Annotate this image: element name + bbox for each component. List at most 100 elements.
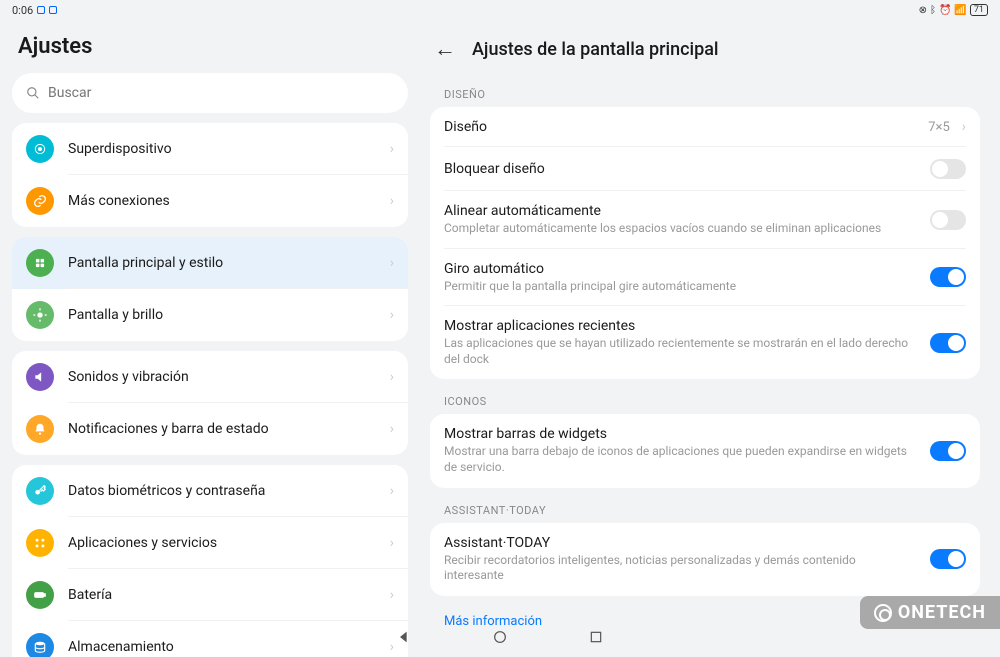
alarm-icon: ⏰	[939, 5, 951, 16]
sidebar-item-pantalla-principal-y-estilo[interactable]: Pantalla principal y estilo ›	[12, 237, 408, 289]
nav-home-button[interactable]	[492, 629, 508, 649]
detail-title: Ajustes de la pantalla principal	[472, 39, 719, 60]
chevron-right-icon: ›	[390, 141, 394, 157]
status-right: ⊗ ᛒ ⏰ 📶 71	[919, 4, 988, 16]
row-text: Assistant·TODAY Recibir recordatorios int…	[444, 535, 918, 584]
chevron-right-icon: ›	[390, 307, 394, 323]
link-icon	[26, 187, 54, 215]
settings-row: Mostrar barras de widgets Mostrar una bar…	[430, 414, 980, 487]
row-title: Giro automático	[444, 261, 918, 277]
status-bar: 0:06 ⊗ ᛒ ⏰ 📶 71	[0, 0, 1000, 20]
row-text: Mostrar aplicaciones recientes Las aplica…	[444, 318, 918, 367]
row-text: Alinear automáticamente Completar automát…	[444, 203, 918, 237]
chevron-right-icon: ›	[390, 193, 394, 209]
sidebar-item-label: Superdispositivo	[68, 141, 376, 157]
sidebar-item-label: Sonidos y vibración	[68, 369, 376, 385]
chevron-right-icon: ›	[390, 255, 394, 271]
row-title: Alinear automáticamente	[444, 203, 918, 219]
sidebar-item-sonidos-y-vibraci-n[interactable]: Sonidos y vibración ›	[12, 351, 408, 403]
chevron-right-icon: ›	[962, 119, 966, 135]
notif-icon	[26, 415, 54, 443]
row-title: Mostrar barras de widgets	[444, 426, 918, 442]
battery-indicator: 71	[970, 4, 988, 16]
settings-panel: Mostrar barras de widgets Mostrar una bar…	[430, 414, 980, 487]
vibrate-icon: ⊗	[919, 5, 927, 16]
chevron-right-icon: ›	[390, 421, 394, 437]
chevron-right-icon: ›	[390, 535, 394, 551]
toggle-switch[interactable]	[930, 210, 966, 230]
settings-row: Bloquear diseño	[430, 147, 980, 191]
sidebar-item-superdispositivo[interactable]: Superdispositivo ›	[12, 123, 408, 175]
sidebar-item-pantalla-y-brillo[interactable]: Pantalla y brillo ›	[12, 289, 408, 341]
multiwindow-icon	[37, 6, 45, 14]
search-box[interactable]	[12, 73, 408, 113]
settings-row: Alinear automáticamente Completar automát…	[430, 191, 980, 249]
nav-bar	[0, 621, 1000, 657]
settings-row[interactable]: Diseño 7×5 ›	[430, 107, 980, 147]
wifi-icon: 📶	[954, 5, 966, 16]
settings-row: Assistant·TODAY Recibir recordatorios int…	[430, 523, 980, 596]
sidebar-item-label: Batería	[68, 587, 376, 603]
row-text: Diseño	[444, 119, 916, 135]
chevron-right-icon: ›	[390, 483, 394, 499]
watermark-icon	[874, 604, 892, 622]
detail-panel: ← Ajustes de la pantalla principal DISEÑ…	[420, 20, 1000, 657]
sidebar-item-label: Notificaciones y barra de estado	[68, 421, 376, 437]
row-subtitle: Permitir que la pantalla principal gire …	[444, 279, 918, 295]
sidebar-item-label: Datos biométricos y contraseña	[68, 483, 376, 499]
toggle-switch[interactable]	[930, 333, 966, 353]
search-icon	[26, 86, 40, 100]
bluetooth-icon: ᛒ	[930, 5, 936, 16]
sidebar-item-label: Aplicaciones y servicios	[68, 535, 376, 551]
section-header: ASSISTANT·TODAY	[430, 496, 980, 523]
back-button[interactable]: ←	[434, 36, 456, 62]
toggle-switch[interactable]	[930, 549, 966, 569]
sound-icon	[26, 363, 54, 391]
row-subtitle: Recibir recordatorios inteligentes, noti…	[444, 553, 918, 584]
section-header: DISEÑO	[430, 80, 980, 107]
sidebar-item-bater-a[interactable]: Batería ›	[12, 569, 408, 621]
row-text: Bloquear diseño	[444, 161, 918, 177]
row-title: Mostrar aplicaciones recientes	[444, 318, 918, 334]
toggle-switch[interactable]	[930, 267, 966, 287]
chevron-right-icon: ›	[390, 587, 394, 603]
sidebar-item-notificaciones-y-barra-de-estado[interactable]: Notificaciones y barra de estado ›	[12, 403, 408, 455]
row-text: Mostrar barras de widgets Mostrar una bar…	[444, 426, 918, 475]
sidebar-item-datos-biom-tricos-y-contrase-a[interactable]: Datos biométricos y contraseña ›	[12, 465, 408, 517]
device-icon	[26, 135, 54, 163]
sidebar-item-label: Pantalla y brillo	[68, 307, 376, 323]
home-icon	[26, 249, 54, 277]
status-time: 0:06	[12, 4, 33, 17]
search-input[interactable]	[48, 85, 394, 101]
toggle-switch[interactable]	[930, 159, 966, 179]
chevron-right-icon: ›	[390, 369, 394, 385]
row-subtitle: Las aplicaciones que se hayan utilizado …	[444, 336, 918, 367]
settings-sidebar: Ajustes Superdispositivo › Más conexiones ›…	[0, 20, 420, 657]
watermark-text: ONETECH	[898, 602, 986, 623]
row-title: Diseño	[444, 119, 916, 135]
settings-row: Mostrar aplicaciones recientes Las aplica…	[430, 306, 980, 379]
status-left: 0:06	[12, 4, 57, 17]
settings-panel: Diseño 7×5 › Bloquear diseño Alinear automát…	[430, 107, 980, 379]
row-title: Assistant·TODAY	[444, 535, 918, 551]
watermark: ONETECH	[860, 596, 1000, 629]
sidebar-item-m-s-conexiones[interactable]: Más conexiones ›	[12, 175, 408, 227]
detail-header: ← Ajustes de la pantalla principal	[430, 26, 980, 80]
apps-icon	[26, 529, 54, 557]
row-subtitle: Completar automáticamente los espacios v…	[444, 221, 918, 237]
sidebar-item-aplicaciones-y-servicios[interactable]: Aplicaciones y servicios ›	[12, 517, 408, 569]
nav-back-button[interactable]	[396, 629, 412, 649]
row-title: Bloquear diseño	[444, 161, 918, 177]
key-icon	[26, 477, 54, 505]
brightness-icon	[26, 301, 54, 329]
row-text: Giro automático Permitir que la pantalla …	[444, 261, 918, 295]
settings-panel: Assistant·TODAY Recibir recordatorios int…	[430, 523, 980, 596]
sidebar-item-label: Más conexiones	[68, 193, 376, 209]
sidebar-title: Ajustes	[12, 28, 408, 73]
nav-recent-button[interactable]	[588, 629, 604, 649]
row-value: 7×5	[928, 120, 950, 135]
sidebar-item-label: Pantalla principal y estilo	[68, 255, 376, 271]
toggle-switch[interactable]	[930, 441, 966, 461]
settings-row: Giro automático Permitir que la pantalla …	[430, 249, 980, 307]
row-subtitle: Mostrar una barra debajo de iconos de ap…	[444, 444, 918, 475]
